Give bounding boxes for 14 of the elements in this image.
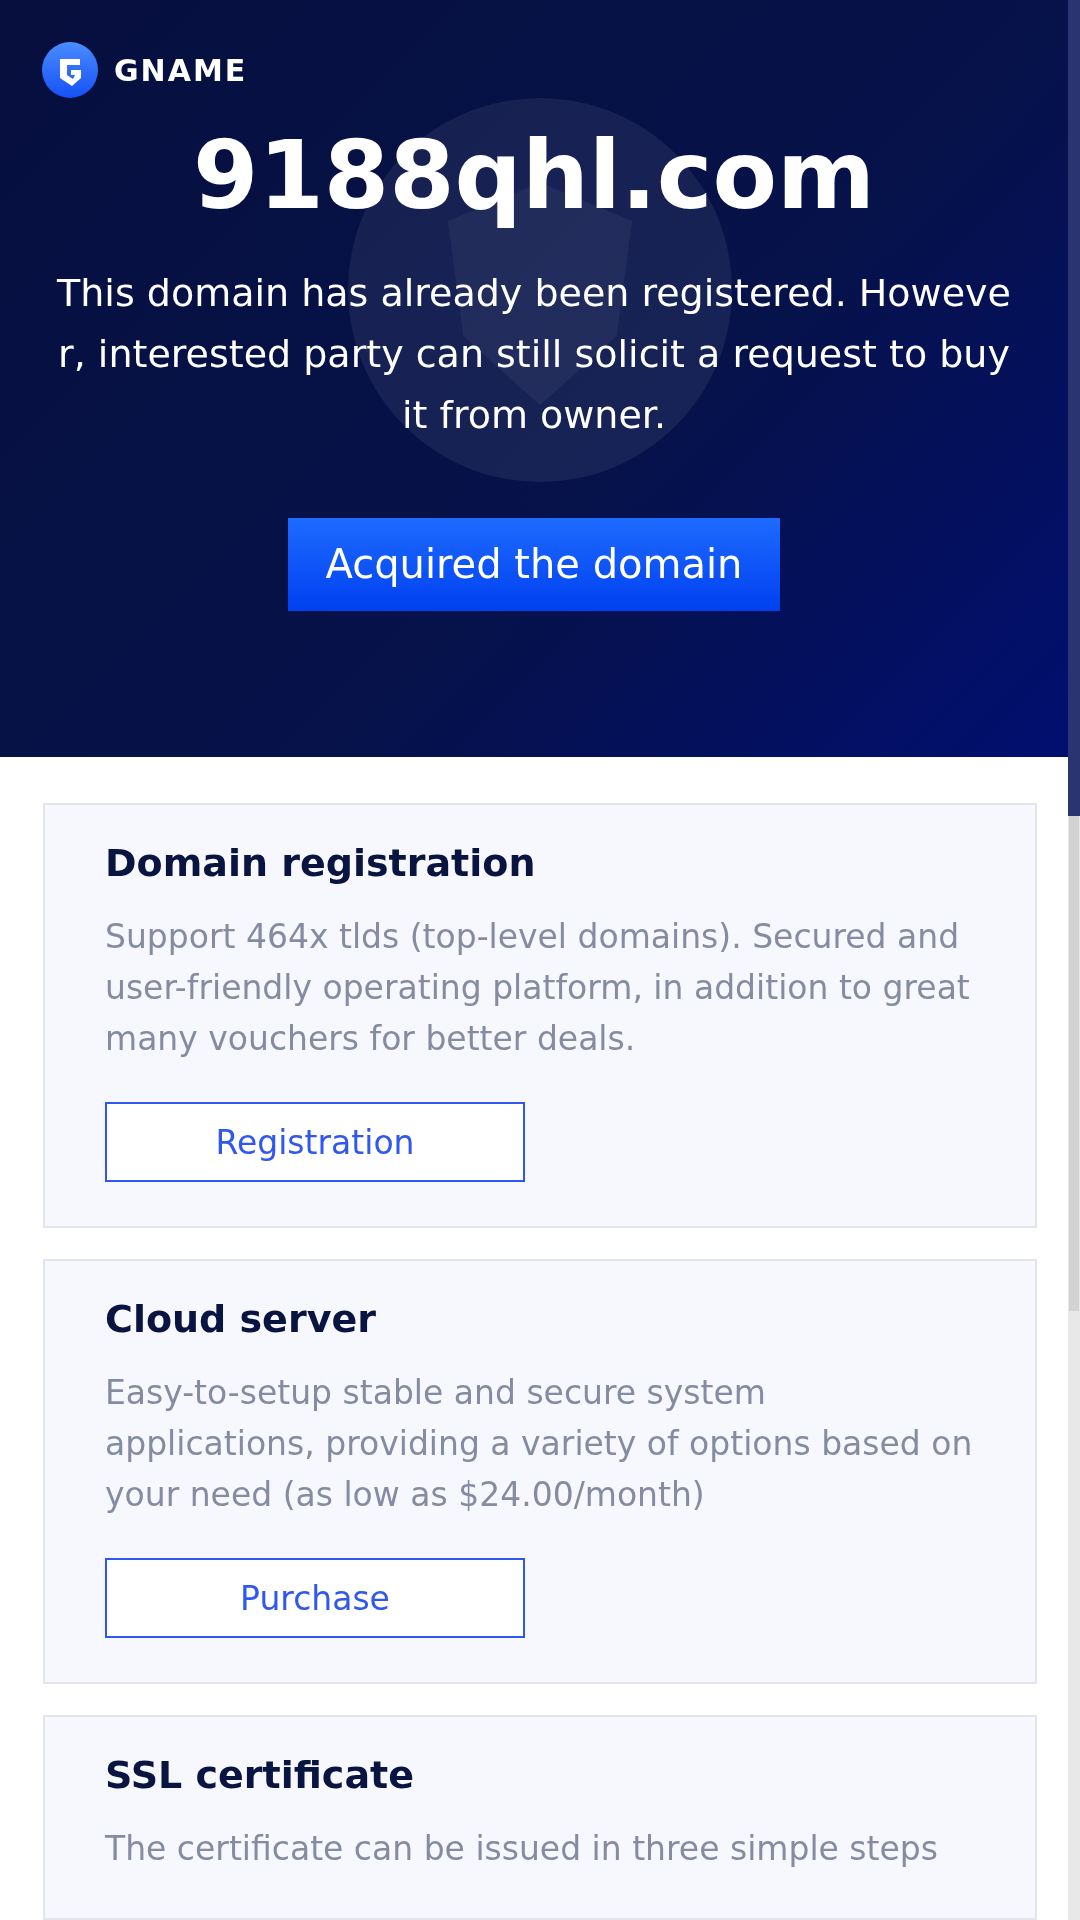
- service-title: SSL certificate: [105, 1753, 415, 1797]
- domain-name: 9188qhl.com: [193, 120, 875, 232]
- scrollbar[interactable]: [1068, 0, 1080, 1920]
- service-title: Domain registration: [105, 841, 537, 885]
- service-title: Cloud server: [105, 1297, 377, 1341]
- service-description: Easy-to-setup stable and secure system applications, providing a variety of options based on your need (as low as $24.00/month): [105, 1372, 974, 1516]
- registered-message: This domain has already been registered. However, interested party can still solicit a request to buy it from owner.: [56, 269, 1012, 439]
- service-description: Support 464x tlds (top-level domains). Secured and user-friendly operating platform, in addition to great many vouchers for better deals.: [105, 916, 971, 1060]
- service-description: The certificate can be issued in three simple steps: [105, 1828, 939, 1870]
- service-button[interactable]: Registration: [105, 1102, 525, 1182]
- logo-icon: [42, 42, 98, 98]
- service-button[interactable]: Purchase: [105, 1558, 525, 1638]
- acquire-domain-button[interactable]: Acquired the domain: [288, 517, 780, 611]
- brand-name: GNAME: [114, 52, 248, 88]
